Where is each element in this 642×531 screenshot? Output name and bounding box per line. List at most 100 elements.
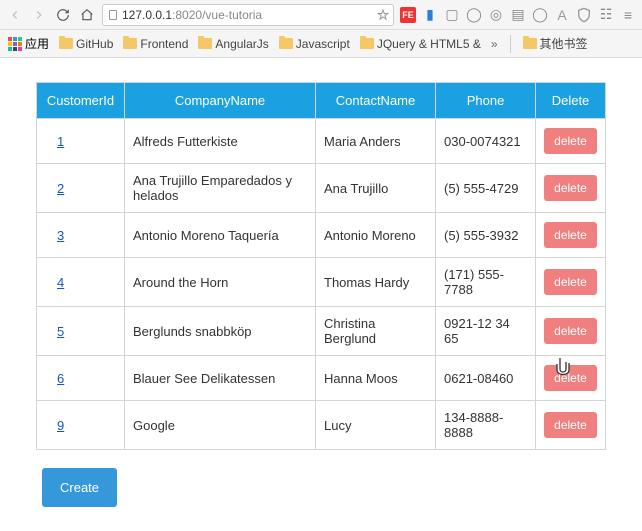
cell-contact: Lucy	[316, 401, 436, 450]
cell-id: 1	[37, 119, 125, 164]
customer-id-link[interactable]: 2	[57, 181, 64, 196]
customer-id-link[interactable]: 6	[57, 371, 64, 386]
cell-delete: delete	[536, 356, 606, 401]
folder-icon	[198, 38, 212, 49]
cell-delete: delete	[536, 119, 606, 164]
customer-id-link[interactable]: 5	[57, 324, 64, 339]
apps-icon	[8, 37, 22, 51]
cell-phone: (171) 555-7788	[436, 258, 536, 307]
apps-label: 应用	[25, 35, 49, 52]
bookmark-frontend[interactable]: Frontend	[123, 37, 188, 51]
bookmark-jquery[interactable]: JQuery & HTML5 &	[360, 37, 481, 51]
reload-icon[interactable]	[54, 6, 72, 24]
cell-phone: 134-8888-8888	[436, 401, 536, 450]
bookmark-other[interactable]: 其他书签	[523, 35, 588, 52]
table-row: 1Alfreds FutterkisteMaria Anders030-0074…	[37, 119, 606, 164]
browser-toolbar: 127.0.0.1:8020/vue-tutoria FE ▮ ▢ ◯ ◎ ▤ …	[0, 0, 642, 30]
folder-icon	[123, 38, 137, 49]
cell-delete: delete	[536, 258, 606, 307]
th-contact: ContactName	[316, 83, 436, 119]
cell-id: 6	[37, 356, 125, 401]
folder-icon	[279, 38, 293, 49]
cell-phone: 030-0074321	[436, 119, 536, 164]
menu-icon[interactable]: ≡	[620, 7, 636, 23]
extension-icons: FE ▮ ▢ ◯ ◎ ▤ ◯ A ☷ ≡	[400, 7, 636, 23]
th-company: CompanyName	[125, 83, 316, 119]
ext-doc-icon[interactable]: ▤	[510, 7, 526, 23]
cell-phone: 0621-08460	[436, 356, 536, 401]
table-row: 5 Berglunds snabbköpChristina Berglund092…	[37, 307, 606, 356]
table-row: 3 Antonio Moreno TaqueríaAntonio Moreno(5…	[37, 213, 606, 258]
folder-icon	[523, 38, 537, 49]
delete-button[interactable]: delete	[544, 175, 597, 201]
cell-phone: (5) 555-3932	[436, 213, 536, 258]
cell-delete: delete	[536, 213, 606, 258]
customer-id-link[interactable]: 1	[57, 134, 64, 149]
ext-clock-icon[interactable]: ◯	[466, 7, 482, 23]
table-row: 2Ana Trujillo Emparedados y heladosAna T…	[37, 164, 606, 213]
ext-screen-icon[interactable]: ▢	[444, 7, 460, 23]
page-icon	[107, 9, 119, 21]
separator	[510, 35, 511, 53]
ext-sliders-icon[interactable]: ☷	[598, 7, 614, 23]
th-phone: Phone	[436, 83, 536, 119]
apps-shortcut[interactable]: 应用	[8, 35, 49, 52]
create-button[interactable]: Create	[42, 468, 117, 507]
ext-shield-icon[interactable]	[576, 7, 592, 23]
th-delete: Delete	[536, 83, 606, 119]
ext-fehelper-icon[interactable]: FE	[400, 7, 416, 23]
cell-id: 9	[37, 401, 125, 450]
cell-phone: (5) 555-4729	[436, 164, 536, 213]
back-icon[interactable]	[6, 6, 24, 24]
table-header-row: CustomerId CompanyName ContactName Phone…	[37, 83, 606, 119]
cell-contact: Antonio Moreno	[316, 213, 436, 258]
customer-id-link[interactable]: 9	[57, 418, 64, 433]
bookmark-angularjs[interactable]: AngularJs	[198, 37, 268, 51]
delete-button[interactable]: delete	[544, 128, 597, 154]
home-icon[interactable]	[78, 6, 96, 24]
folder-icon	[59, 38, 73, 49]
customer-id-link[interactable]: 4	[57, 275, 64, 290]
bookmark-github[interactable]: GitHub	[59, 37, 113, 51]
cell-company: Google	[125, 401, 316, 450]
customers-table: CustomerId CompanyName ContactName Phone…	[36, 82, 606, 450]
url-text: 127.0.0.1:8020/vue-tutoria	[122, 8, 374, 22]
folder-icon	[360, 38, 374, 49]
cell-contact: Ana Trujillo	[316, 164, 436, 213]
table-row: 9 GoogleLucy134-8888-8888 delete	[37, 401, 606, 450]
cell-id: 3	[37, 213, 125, 258]
table-row: 4Around the HornThomas Hardy(171) 555-77…	[37, 258, 606, 307]
cell-company: Berglunds snabbköp	[125, 307, 316, 356]
cell-contact: Hanna Moos	[316, 356, 436, 401]
ext-circle-icon[interactable]: ◯	[532, 7, 548, 23]
bookmarks-bar: 应用 GitHub Frontend AngularJs Javascript …	[0, 30, 642, 58]
ext-angular-icon[interactable]: A	[554, 7, 570, 23]
cell-company: Blauer See Delikatessen	[125, 356, 316, 401]
cell-phone: 0921-12 34 65	[436, 307, 536, 356]
delete-button[interactable]: delete	[544, 269, 597, 295]
delete-button[interactable]: delete	[544, 318, 597, 344]
cell-id: 5	[37, 307, 125, 356]
star-icon[interactable]	[377, 9, 389, 21]
delete-button[interactable]: delete	[544, 412, 597, 438]
cell-contact: Maria Anders	[316, 119, 436, 164]
cell-delete: delete	[536, 307, 606, 356]
cell-company: Antonio Moreno Taquería	[125, 213, 316, 258]
url-bar[interactable]: 127.0.0.1:8020/vue-tutoria	[102, 4, 394, 26]
delete-button[interactable]: delete	[544, 365, 597, 391]
forward-icon	[30, 6, 48, 24]
cell-delete: delete	[536, 164, 606, 213]
cell-id: 2	[37, 164, 125, 213]
cell-contact: Christina Berglund	[316, 307, 436, 356]
table-row: 6 Blauer See DelikatessenHanna Moos0621-0…	[37, 356, 606, 401]
delete-button[interactable]: delete	[544, 222, 597, 248]
ext-ring-icon[interactable]: ◎	[488, 7, 504, 23]
cell-id: 4	[37, 258, 125, 307]
customer-id-link[interactable]: 3	[57, 228, 64, 243]
page-content: CustomerId CompanyName ContactName Phone…	[0, 58, 642, 531]
bookmark-javascript[interactable]: Javascript	[279, 37, 350, 51]
th-id: CustomerId	[37, 83, 125, 119]
bookmarks-overflow[interactable]: »	[491, 37, 498, 51]
ext-chart-icon[interactable]: ▮	[422, 7, 438, 23]
cell-company: Around the Horn	[125, 258, 316, 307]
